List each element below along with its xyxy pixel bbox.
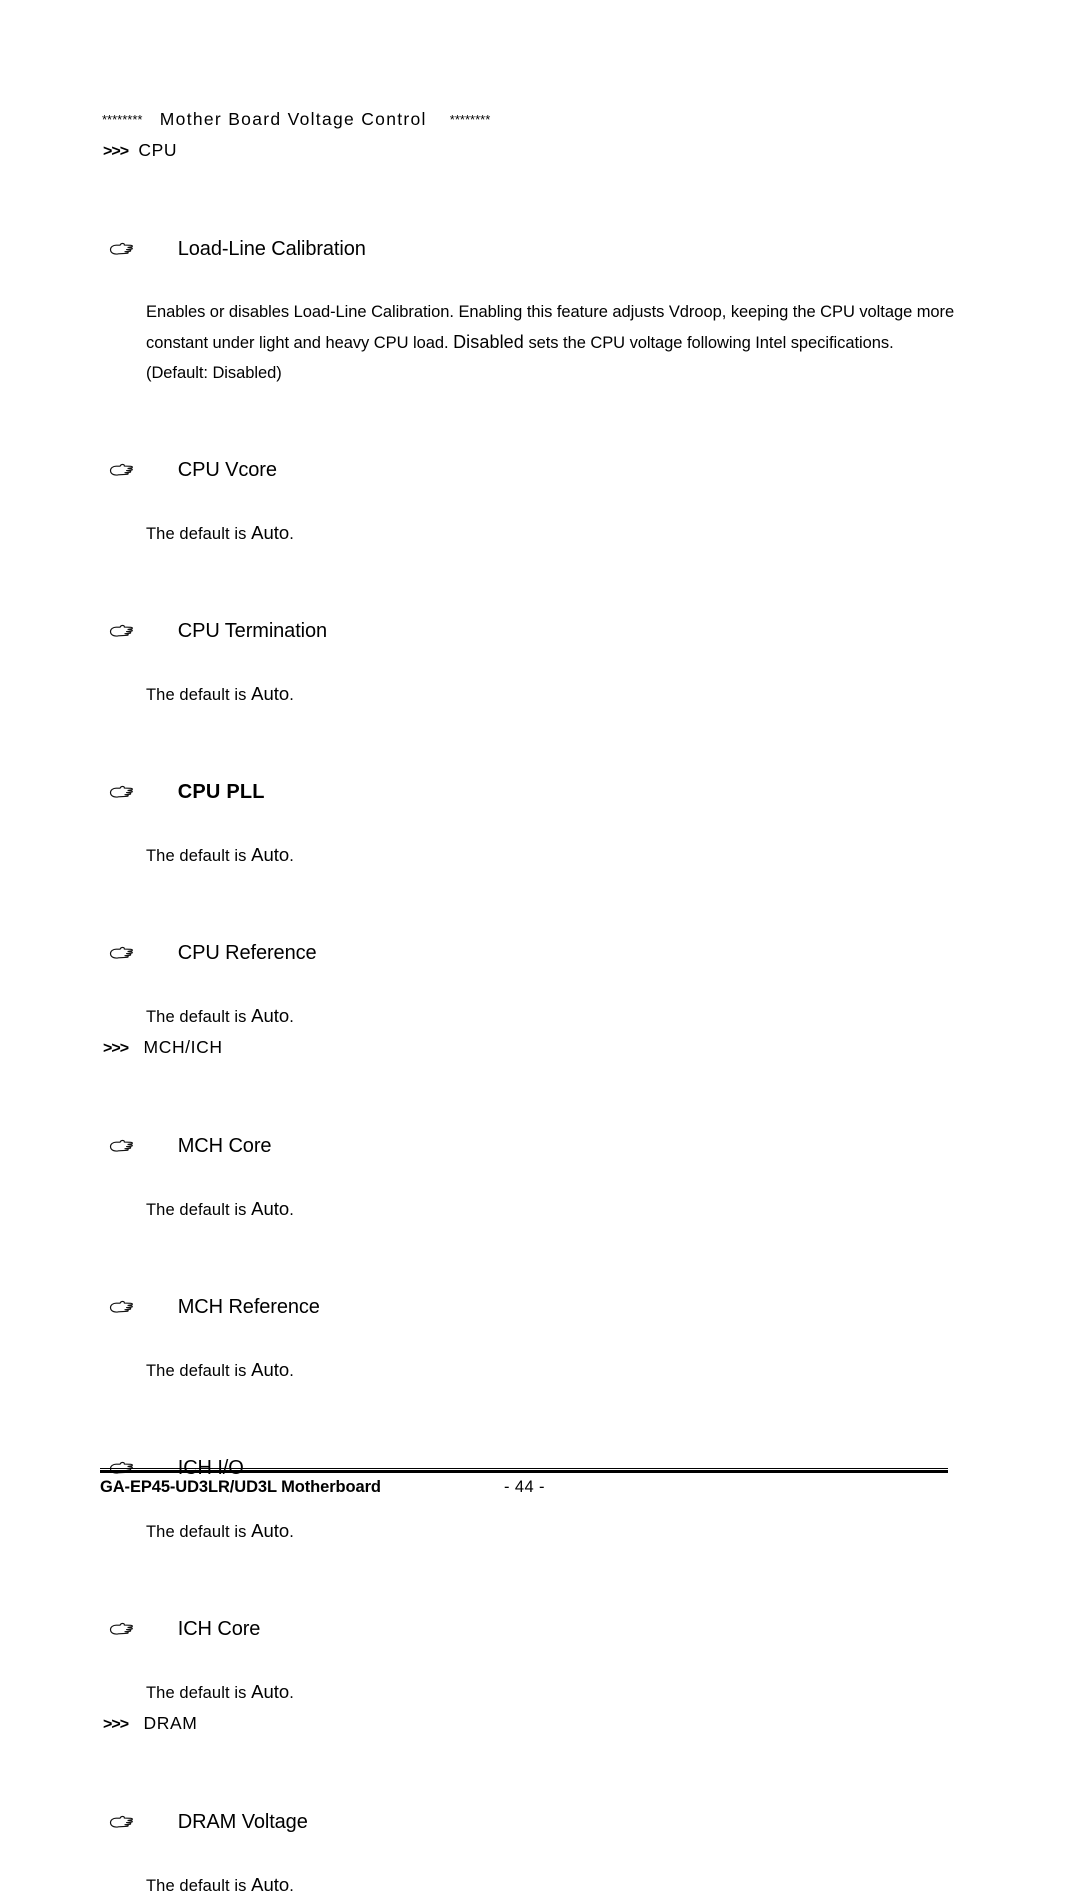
item-default-ich-io: The default is Auto.: [100, 1516, 960, 1547]
group-heading-cpu: >>> CPU: [103, 135, 960, 167]
banner-stars-right: ********: [449, 112, 491, 127]
group-label: CPU: [138, 140, 178, 160]
footer-product-name: GA-EP45-UD3LR/UD3L Motherboard: [100, 1478, 381, 1496]
item-label: MCH Reference: [177, 1296, 320, 1318]
default-value: Auto: [251, 1681, 290, 1702]
footer-rule-thin: [100, 1468, 948, 1469]
default-prefix: The default is: [146, 1008, 252, 1026]
default-value: Auto: [251, 1520, 290, 1541]
item-description-load-line-calibration: Enables or disables Load-Line Calibratio…: [100, 297, 960, 388]
default-prefix: The default is: [146, 847, 252, 865]
item-ich-core: ICH Core: [100, 1549, 960, 1677]
group-label: DRAM: [143, 1713, 198, 1733]
item-label: CPU Reference: [177, 942, 317, 964]
footer-rule-thick: [100, 1470, 948, 1473]
group-heading-dram: >>> DRAM: [103, 1708, 960, 1740]
item-mch-core: MCH Core: [100, 1066, 960, 1194]
footer-page-number: - 44 -: [504, 1478, 545, 1496]
default-suffix: .: [289, 525, 294, 543]
item-label: CPU Termination: [177, 620, 328, 642]
default-suffix: .: [289, 1008, 294, 1026]
banner-title: Mother Board Voltage Control: [159, 109, 427, 129]
default-value: Auto: [251, 1874, 290, 1895]
document-page: ******** Mother Board Voltage Control **…: [0, 0, 1080, 1895]
pointing-hand-icon: [108, 1232, 134, 1313]
item-default-cpu-vcore: The default is Auto.: [100, 518, 960, 549]
pointing-hand-icon: [108, 1393, 134, 1474]
item-default-cpu-termination: The default is Auto.: [100, 679, 960, 710]
item-label: ICH Core: [177, 1618, 261, 1640]
item-load-line-calibration: Load-Line Calibration: [100, 169, 960, 297]
default-suffix: .: [289, 847, 294, 865]
default-prefix: The default is: [146, 1684, 252, 1702]
item-label: DRAM Voltage: [177, 1811, 308, 1833]
item-default-ich-core: The default is Auto.: [100, 1677, 960, 1708]
pointing-hand-icon: [108, 717, 134, 798]
default-suffix: .: [289, 1523, 294, 1541]
default-value: Auto: [251, 1198, 290, 1219]
item-default-dram-voltage: The default is Auto.: [100, 1870, 960, 1901]
default-value: Auto: [251, 683, 290, 704]
item-label: MCH Core: [177, 1135, 272, 1157]
item-mch-reference: MCH Reference: [100, 1227, 960, 1355]
default-value: Auto: [251, 1005, 290, 1026]
banner-stars-left: ********: [102, 112, 143, 127]
default-value: Auto: [251, 844, 290, 865]
default-prefix: The default is: [146, 1362, 252, 1380]
default-value: Auto: [251, 522, 290, 543]
section-banner: ******** Mother Board Voltage Control **…: [102, 104, 960, 135]
item-cpu-pll: CPU PLL: [100, 712, 960, 840]
item-default-cpu-reference: The default is Auto.: [100, 1001, 960, 1032]
group-heading-mch-ich: >>> MCH/ICH: [103, 1032, 960, 1064]
pointing-hand-icon: [108, 174, 134, 255]
group-arrows-icon: >>>: [103, 143, 129, 160]
item-dram-voltage: DRAM Voltage: [100, 1742, 960, 1870]
item-label: Load-Line Calibration: [177, 238, 366, 260]
item-default-mch-reference: The default is Auto.: [100, 1355, 960, 1386]
item-default-cpu-pll: The default is Auto.: [100, 840, 960, 871]
pointing-hand-icon: [108, 556, 134, 637]
item-cpu-reference: CPU Reference: [100, 873, 960, 1001]
default-prefix: The default is: [146, 1201, 252, 1219]
item-label: CPU PLL: [177, 781, 265, 803]
item-label: CPU Vcore: [177, 459, 277, 481]
default-prefix: The default is: [146, 1523, 252, 1541]
page-footer: GA-EP45-UD3LR/UD3L Motherboard - 44 -: [100, 1468, 948, 1504]
item-cpu-termination: CPU Termination: [100, 551, 960, 679]
item-cpu-vcore: CPU Vcore: [100, 390, 960, 518]
default-prefix: The default is: [146, 525, 252, 543]
footer-row: GA-EP45-UD3LR/UD3L Motherboard - 44 -: [100, 1478, 948, 1504]
default-suffix: .: [289, 1201, 294, 1219]
default-suffix: .: [289, 686, 294, 704]
default-suffix: .: [289, 1684, 294, 1702]
description-emphasis: Disabled: [453, 332, 524, 352]
default-value: Auto: [251, 1359, 290, 1380]
pointing-hand-icon: [108, 395, 134, 476]
default-suffix: .: [289, 1877, 294, 1895]
item-default-mch-core: The default is Auto.: [100, 1194, 960, 1225]
pointing-hand-icon: [108, 1071, 134, 1152]
default-prefix: The default is: [146, 1877, 252, 1895]
pointing-hand-icon: [108, 1554, 134, 1635]
group-arrows-icon: >>>: [103, 1716, 129, 1733]
pointing-hand-icon: [108, 1747, 134, 1828]
pointing-hand-icon: [108, 878, 134, 959]
page-content: ******** Mother Board Voltage Control **…: [100, 104, 960, 1901]
group-arrows-icon: >>>: [103, 1040, 129, 1057]
group-label: MCH/ICH: [143, 1037, 223, 1057]
default-suffix: .: [289, 1362, 294, 1380]
default-prefix: The default is: [146, 686, 252, 704]
